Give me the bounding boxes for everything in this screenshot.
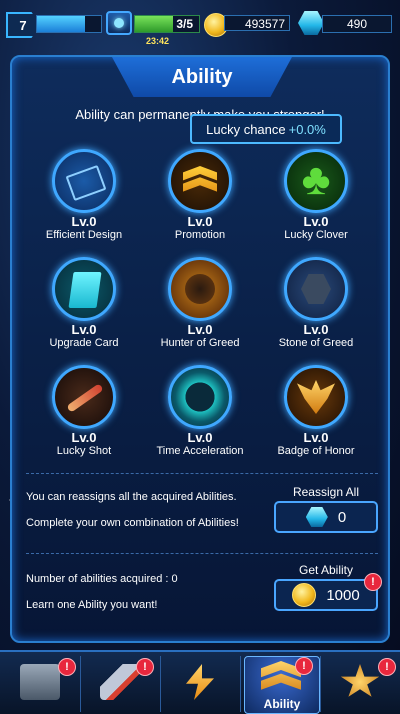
ability-name: Upgrade Card: [49, 337, 119, 349]
gem-count: 490: [322, 15, 392, 33]
ability-stone-of-greed[interactable]: Lv.0 Stone of Greed: [256, 257, 376, 350]
tooltip-value: +0.0%: [288, 121, 326, 137]
ability-level: Lv.0: [71, 322, 97, 337]
get-ability-label: Get Ability: [298, 563, 354, 577]
bottom-nav: ! ! Ability ! !: [0, 650, 400, 714]
ability-name: Stone of Greed: [278, 337, 354, 349]
ability-level: Lv.0: [187, 322, 213, 337]
coin-count: 493577: [224, 15, 290, 31]
ability-promotion[interactable]: Lv.0 Promotion: [140, 149, 260, 242]
xp-bar-fill: [37, 16, 85, 32]
get-ability-button[interactable]: 1000: [274, 579, 378, 611]
alert-badge: !: [378, 658, 396, 676]
reassign-info: You can reassigns all the acquired Abili…: [26, 491, 237, 503]
nav-separator: [320, 656, 321, 712]
divider: [26, 553, 378, 554]
top-status-bar: 7 3/5 23:42 493577 490: [0, 0, 400, 46]
ability-level: Lv.0: [71, 214, 97, 229]
ability-time-acceleration[interactable]: Lv.0 Time Acceleration: [140, 365, 260, 458]
reassign-all-button[interactable]: 0: [274, 501, 378, 533]
reassign-label: Reassign All: [292, 485, 360, 499]
gem-icon[interactable]: [298, 11, 324, 35]
chest-icon: [20, 664, 60, 700]
nav-ability[interactable]: Ability !: [244, 656, 320, 714]
ability-name: Time Acceleration: [156, 445, 244, 457]
nav-rank[interactable]: !: [324, 656, 398, 712]
ability-lucky-shot[interactable]: Lv.0 Lucky Shot: [24, 365, 144, 458]
divider: [26, 473, 378, 474]
ability-level: Lv.0: [187, 430, 213, 445]
rank-star-icon: [340, 664, 380, 697]
panel-title: Ability: [112, 57, 292, 97]
lightning-icon: [186, 664, 214, 700]
alert-badge: !: [295, 657, 313, 675]
ability-efficient-design[interactable]: Lv.0 Efficient Design: [24, 149, 144, 242]
ship-icon: [100, 664, 140, 700]
get-ability-cost: 1000: [326, 586, 360, 604]
clover-icon: [284, 149, 348, 213]
tooltip-label: Lucky chance: [206, 121, 286, 137]
ability-name: Lucky Shot: [56, 445, 112, 457]
reassign-info: Complete your own combination of Abiliti…: [26, 517, 239, 529]
nav-ships[interactable]: !: [84, 656, 158, 712]
gem-icon: [305, 507, 328, 527]
ability-name: Efficient Design: [45, 229, 123, 241]
energy-count: 3/5: [176, 17, 193, 31]
abilities-acquired-info: Number of abilities acquired : 0: [26, 573, 178, 585]
ability-name: Lucky Clover: [284, 229, 348, 241]
ability-level: Lv.0: [303, 214, 329, 229]
card-icon: [52, 257, 116, 321]
ability-name: Badge of Honor: [277, 445, 355, 457]
alert-badge: !: [58, 658, 76, 676]
ability-name: Promotion: [174, 229, 226, 241]
ability-panel: Ability Ability can permanently make you…: [10, 55, 390, 643]
ability-name: Hunter of Greed: [160, 337, 240, 349]
beast-icon: [168, 257, 232, 321]
ability-level: Lv.0: [303, 322, 329, 337]
ability-level: Lv.0: [187, 214, 213, 229]
coin-icon: [292, 583, 317, 607]
alert-badge: !: [364, 573, 382, 591]
ability-lucky-clover[interactable]: Lv.0 Lucky Clover: [256, 149, 376, 242]
nav-ability-label: Ability: [263, 697, 301, 711]
ability-hunter-of-greed[interactable]: Lv.0 Hunter of Greed: [140, 257, 260, 350]
energy-bar-fill: [135, 16, 174, 32]
nav-power[interactable]: [164, 656, 238, 712]
stone-icon: [284, 257, 348, 321]
nav-separator: [160, 656, 161, 712]
energy-timer: 23:42: [146, 36, 170, 46]
ability-level: Lv.0: [303, 430, 329, 445]
lucky-chance-tooltip: Lucky chance +0.0%: [190, 114, 342, 144]
reassign-cost: 0: [337, 508, 347, 526]
nav-separator: [240, 656, 241, 712]
ability-badge-of-honor[interactable]: Lv.0 Badge of Honor: [256, 365, 376, 458]
time-ring-icon: [168, 365, 232, 429]
alert-badge: !: [136, 658, 154, 676]
nav-separator: [80, 656, 81, 712]
xp-bar: [36, 15, 102, 33]
nav-hangar[interactable]: !: [4, 656, 78, 712]
get-ability-info: Learn one Ability you want!: [26, 599, 158, 611]
player-level-badge[interactable]: 7: [6, 12, 40, 38]
energy-bar: 3/5: [134, 15, 200, 33]
winged-badge-icon: [284, 365, 348, 429]
missile-icon: [52, 365, 116, 429]
circuit-icon: [52, 149, 116, 213]
rank-chevron-icon: [168, 149, 232, 213]
ability-level: Lv.0: [71, 430, 97, 445]
ability-upgrade-card[interactable]: Lv.0 Upgrade Card: [24, 257, 144, 350]
energy-icon[interactable]: [106, 11, 132, 35]
